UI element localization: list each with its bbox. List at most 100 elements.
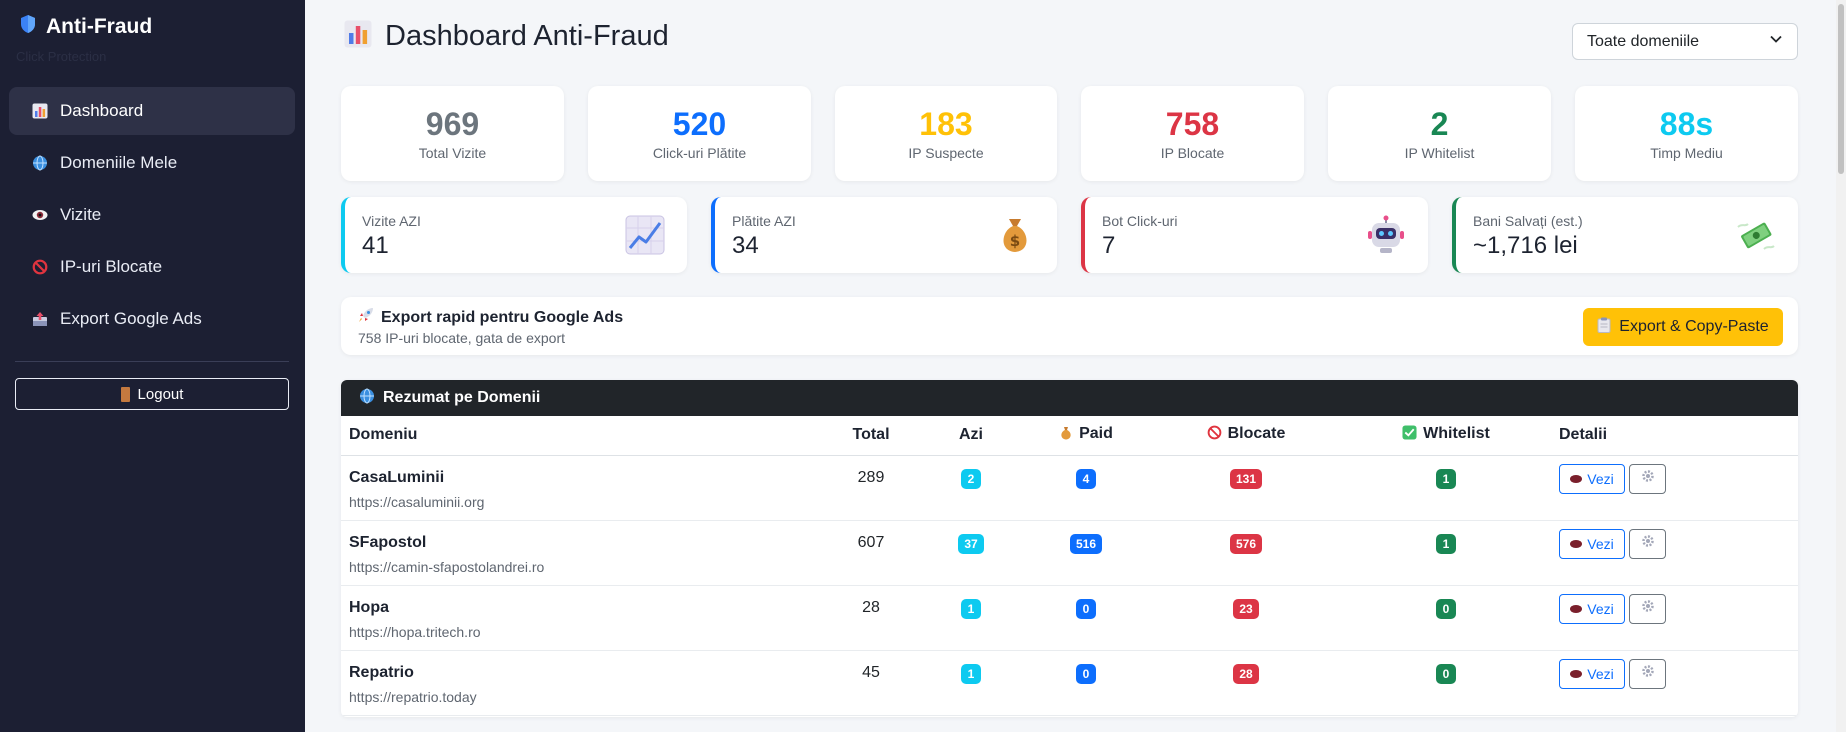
whitelist-badge: 0 bbox=[1436, 663, 1456, 684]
clipboard-icon bbox=[1597, 317, 1611, 338]
sidebar-item-label: Domeniile Mele bbox=[60, 153, 178, 172]
blocked-cell: 28 bbox=[1151, 650, 1341, 716]
sidebar-item-visits[interactable]: Vizite bbox=[9, 191, 295, 239]
door-icon bbox=[120, 386, 130, 402]
whitelist-cell: 0 bbox=[1341, 585, 1551, 651]
paid-badge: 0 bbox=[1076, 663, 1096, 684]
whitelist-badge: 1 bbox=[1436, 468, 1456, 489]
eye-icon bbox=[1570, 474, 1583, 483]
gear-icon bbox=[1641, 599, 1655, 618]
details-cell: Vezi bbox=[1551, 650, 1798, 716]
view-button[interactable]: Vezi bbox=[1559, 658, 1625, 689]
sidebar-item-label: Dashboard bbox=[60, 101, 144, 120]
domain-table: Domeniu Total Azi Paid Blocate Whitelist… bbox=[341, 416, 1798, 716]
domain-name: Repatrio bbox=[349, 663, 414, 681]
sidebar-item-label: IP-uri Blocate bbox=[60, 257, 163, 276]
money-bag-icon: $ bbox=[995, 215, 1035, 255]
today-card-bot-clicks: Bot Click-uri 7 bbox=[1081, 197, 1428, 273]
table-row: Repatrio https://repatrio.today 45 1 0 2… bbox=[341, 650, 1798, 716]
azi-cell: 2 bbox=[921, 455, 1021, 521]
details-cell: Vezi bbox=[1551, 585, 1798, 651]
paid-badge: 0 bbox=[1076, 598, 1096, 619]
sidebar-item-label: Vizite bbox=[60, 205, 102, 224]
column-header-domain: Domeniu bbox=[341, 416, 821, 456]
settings-button[interactable] bbox=[1629, 528, 1666, 559]
export-subtitle: 758 IP-uri blocate, gata de export bbox=[358, 330, 566, 346]
stat-label: IP Blocate bbox=[1160, 145, 1225, 161]
page-scrollbar[interactable] bbox=[1836, 0, 1846, 732]
azi-cell: 37 bbox=[921, 520, 1021, 586]
whitelist-cell: 1 bbox=[1341, 455, 1551, 521]
today-card-paid: Plătite AZI 34 $ bbox=[711, 197, 1057, 273]
stat-label: Total Vizite bbox=[418, 145, 487, 161]
paid-cell: 4 bbox=[1021, 455, 1151, 521]
stat-value: 969 bbox=[425, 106, 480, 142]
domain-cell: Repatrio https://repatrio.today bbox=[341, 650, 821, 716]
total-cell: 45 bbox=[821, 650, 921, 716]
domain-select[interactable]: Toate domeniile bbox=[1572, 23, 1798, 60]
stat-card-whitelist-ip: 2 IP Whitelist bbox=[1328, 86, 1551, 181]
azi-cell: 1 bbox=[921, 650, 1021, 716]
shield-icon bbox=[19, 14, 37, 39]
paid-cell: 0 bbox=[1021, 650, 1151, 716]
blocked-cell: 576 bbox=[1151, 520, 1341, 586]
table-header-row: Domeniu Total Azi Paid Blocate Whitelist… bbox=[341, 416, 1798, 456]
paid-cell: 0 bbox=[1021, 585, 1151, 651]
domain-url: https://camin-sfapostolandrei.ro bbox=[349, 558, 545, 575]
stat-value: 88s bbox=[1659, 106, 1714, 142]
prohibited-icon bbox=[1207, 425, 1222, 445]
paid-badge: 516 bbox=[1069, 533, 1103, 554]
domain-url: https://hopa.tritech.ro bbox=[349, 623, 481, 640]
today-card-visits: Vizite AZI 41 bbox=[341, 197, 687, 273]
details-cell: Vezi bbox=[1551, 520, 1798, 586]
stat-value: 2 bbox=[1430, 106, 1449, 142]
brand-title: Anti-Fraud bbox=[46, 14, 153, 38]
settings-button[interactable] bbox=[1629, 593, 1666, 624]
domain-cell: SFapostol https://camin-sfapostolandrei.… bbox=[341, 520, 821, 586]
brand-subtitle: Click Protection bbox=[16, 49, 107, 64]
export-title: Export rapid pentru Google Ads bbox=[358, 307, 623, 328]
scrollbar-thumb[interactable] bbox=[1838, 4, 1844, 174]
whitelist-cell: 0 bbox=[1341, 650, 1551, 716]
sidebar-item-dashboard[interactable]: Dashboard bbox=[9, 87, 295, 135]
rocket-icon bbox=[358, 307, 374, 328]
stat-value: 183 bbox=[919, 106, 973, 142]
sidebar-item-blocked-ips[interactable]: IP-uri Blocate bbox=[9, 243, 295, 291]
settings-button[interactable] bbox=[1629, 658, 1666, 689]
sidebar: Anti-Fraud Click Protection Dashboard Do… bbox=[0, 0, 305, 732]
logout-label: Logout bbox=[137, 385, 184, 403]
check-box-icon bbox=[1402, 425, 1417, 445]
stat-label: IP Suspecte bbox=[908, 145, 984, 161]
whitelist-cell: 1 bbox=[1341, 520, 1551, 586]
azi-badge: 1 bbox=[961, 663, 981, 684]
view-button[interactable]: Vezi bbox=[1559, 593, 1625, 624]
stat-card-average-time: 88s Timp Mediu bbox=[1575, 86, 1798, 181]
export-panel: Export rapid pentru Google Ads 758 IP-ur… bbox=[341, 297, 1798, 355]
eye-icon bbox=[30, 209, 50, 221]
table-row: SFapostol https://camin-sfapostolandrei.… bbox=[341, 520, 1798, 586]
azi-cell: 1 bbox=[921, 585, 1021, 651]
view-button[interactable]: Vezi bbox=[1559, 463, 1625, 494]
logout-button[interactable]: Logout bbox=[15, 378, 289, 410]
blocked-badge: 576 bbox=[1229, 533, 1263, 554]
column-header-blocked: Blocate bbox=[1151, 416, 1341, 456]
domain-name: Hopa bbox=[349, 598, 389, 616]
export-copy-paste-button[interactable]: Export & Copy-Paste bbox=[1583, 308, 1783, 346]
sidebar-item-domains[interactable]: Domeniile Mele bbox=[9, 139, 295, 187]
view-button[interactable]: Vezi bbox=[1559, 528, 1625, 559]
gear-icon bbox=[1641, 664, 1655, 683]
globe-icon bbox=[30, 155, 50, 171]
blocked-badge: 28 bbox=[1233, 663, 1259, 684]
column-header-whitelist: Whitelist bbox=[1341, 416, 1551, 456]
sidebar-nav: Dashboard Domeniile Mele Vizite IP-uri B… bbox=[9, 87, 295, 347]
stat-label: IP Whitelist bbox=[1404, 145, 1475, 161]
chart-icon bbox=[344, 20, 372, 53]
page-title: Dashboard Anti-Fraud bbox=[385, 20, 669, 52]
settings-button[interactable] bbox=[1629, 463, 1666, 494]
export-button-label: Export & Copy-Paste bbox=[1619, 318, 1769, 335]
azi-badge: 1 bbox=[961, 598, 981, 619]
sidebar-item-export[interactable]: Export Google Ads bbox=[9, 295, 295, 343]
brand[interactable]: Anti-Fraud bbox=[19, 14, 152, 39]
today-card-money-saved: Bani Salvați (est.) ~1,716 lei bbox=[1452, 197, 1798, 273]
stat-value: 520 bbox=[672, 106, 727, 142]
